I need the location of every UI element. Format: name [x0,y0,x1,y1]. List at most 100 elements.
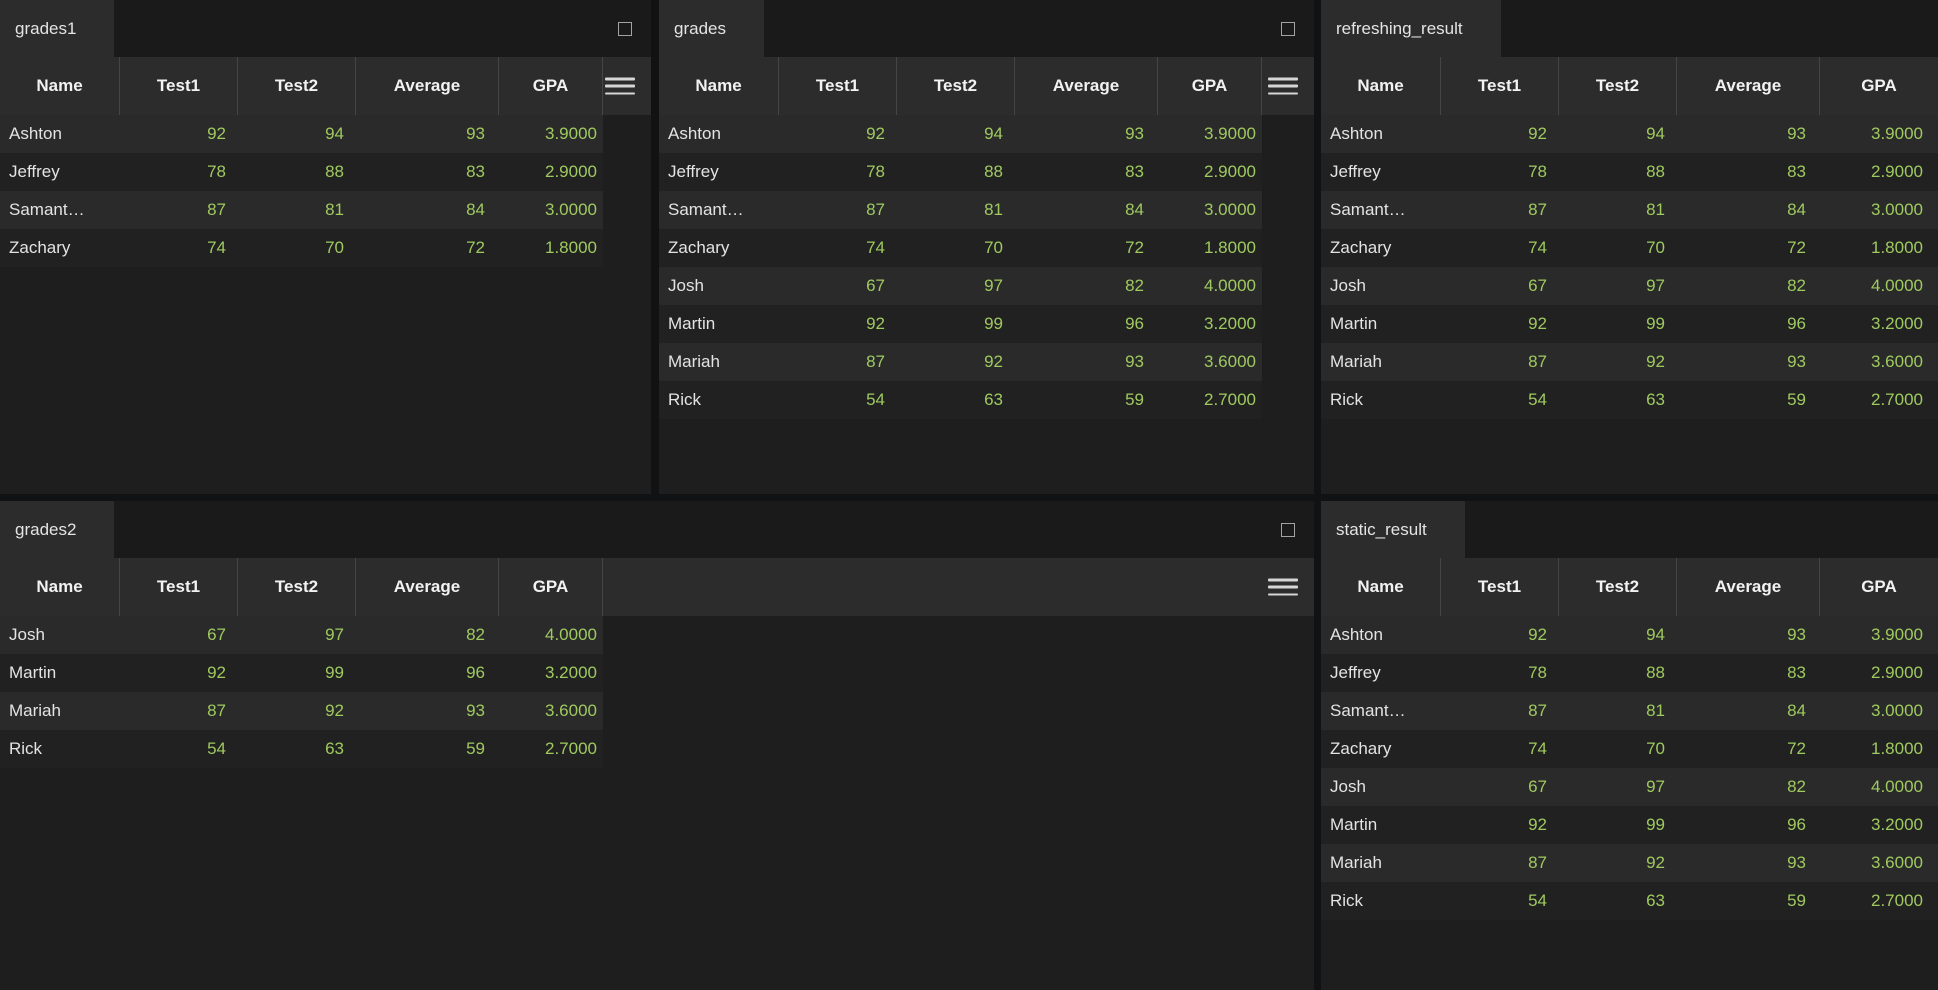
cell-value[interactable]: 1.8000 [1158,229,1262,267]
cell-value[interactable]: 96 [1015,305,1158,343]
column-header-gpa[interactable]: GPA [1820,57,1938,115]
cell-value[interactable]: 96 [1677,806,1820,844]
cell-name[interactable]: Samant… [0,191,120,229]
table-row[interactable]: Martin9299963.2000 [0,654,603,692]
cell-value[interactable]: 92 [897,343,1015,381]
column-header-gpa[interactable]: GPA [499,57,603,115]
table-row[interactable]: Jeffrey7888832.9000 [0,153,603,191]
cell-value[interactable]: 96 [1677,305,1820,343]
cell-value[interactable]: 2.7000 [1820,882,1938,920]
cell-value[interactable]: 83 [1677,654,1820,692]
cell-value[interactable]: 3.2000 [1820,305,1938,343]
cell-value[interactable]: 54 [1441,381,1559,419]
cell-value[interactable]: 81 [1559,191,1677,229]
cell-value[interactable]: 93 [356,692,499,730]
cell-value[interactable]: 84 [1677,191,1820,229]
cell-value[interactable]: 92 [1559,844,1677,882]
column-header-test2[interactable]: Test2 [1559,57,1677,115]
cell-value[interactable]: 99 [238,654,356,692]
cell-value[interactable]: 3.9000 [1158,115,1262,153]
cell-name[interactable]: Rick [0,730,120,768]
cell-value[interactable]: 67 [1441,267,1559,305]
cell-value[interactable]: 74 [1441,730,1559,768]
cell-value[interactable]: 84 [356,191,499,229]
cell-value[interactable]: 83 [356,153,499,191]
cell-value[interactable]: 59 [356,730,499,768]
cell-value[interactable]: 2.7000 [1820,381,1938,419]
cell-value[interactable]: 54 [1441,882,1559,920]
table-row[interactable]: Rick5463592.7000 [1321,381,1938,419]
column-header-average[interactable]: Average [1015,57,1158,115]
table-row[interactable]: Jeffrey7888832.9000 [659,153,1262,191]
cell-value[interactable]: 97 [897,267,1015,305]
cell-value[interactable]: 72 [1677,229,1820,267]
tab-grades2[interactable]: grades2 [0,501,114,558]
table-row[interactable]: Mariah8792933.6000 [659,343,1262,381]
table-row[interactable]: Ashton9294933.9000 [1321,616,1938,654]
cell-name[interactable]: Samant… [1321,191,1441,229]
cell-value[interactable]: 84 [1015,191,1158,229]
table-row[interactable]: Jeffrey7888832.9000 [1321,654,1938,692]
cell-name[interactable]: Rick [659,381,779,419]
column-header-name[interactable]: Name [0,558,120,616]
cell-value[interactable]: 3.9000 [1820,616,1938,654]
cell-name[interactable]: Zachary [659,229,779,267]
cell-value[interactable]: 78 [1441,654,1559,692]
table-menu-icon[interactable] [605,78,635,95]
cell-value[interactable]: 59 [1677,882,1820,920]
cell-value[interactable]: 67 [779,267,897,305]
cell-name[interactable]: Jeffrey [659,153,779,191]
cell-value[interactable]: 4.0000 [1820,768,1938,806]
cell-value[interactable]: 82 [1015,267,1158,305]
cell-value[interactable]: 2.9000 [1820,654,1938,692]
cell-value[interactable]: 2.9000 [1158,153,1262,191]
table-row[interactable]: Mariah8792933.6000 [0,692,603,730]
cell-value[interactable]: 3.0000 [499,191,603,229]
cell-value[interactable]: 99 [897,305,1015,343]
cell-value[interactable]: 3.9000 [499,115,603,153]
cell-name[interactable]: Jeffrey [1321,654,1441,692]
column-header-test1[interactable]: Test1 [120,558,238,616]
cell-value[interactable]: 3.2000 [1158,305,1262,343]
cell-name[interactable]: Ashton [0,115,120,153]
cell-value[interactable]: 94 [238,115,356,153]
cell-value[interactable]: 3.6000 [1158,343,1262,381]
cell-value[interactable]: 97 [1559,267,1677,305]
cell-value[interactable]: 93 [356,115,499,153]
cell-value[interactable]: 81 [897,191,1015,229]
cell-value[interactable]: 83 [1677,153,1820,191]
cell-name[interactable]: Martin [659,305,779,343]
table-row[interactable]: Samant…8781843.0000 [1321,191,1938,229]
cell-value[interactable]: 88 [1559,654,1677,692]
column-header-gpa[interactable]: GPA [1158,57,1262,115]
cell-value[interactable]: 2.9000 [1820,153,1938,191]
cell-name[interactable]: Ashton [1321,616,1441,654]
cell-value[interactable]: 99 [1559,305,1677,343]
column-header-name[interactable]: Name [1321,57,1441,115]
cell-value[interactable]: 74 [779,229,897,267]
table-row[interactable]: Zachary7470721.8000 [0,229,603,267]
table-row[interactable]: Rick5463592.7000 [1321,882,1938,920]
cell-value[interactable]: 78 [120,153,238,191]
cell-value[interactable]: 1.8000 [499,229,603,267]
cell-value[interactable]: 82 [1677,768,1820,806]
cell-value[interactable]: 78 [779,153,897,191]
cell-value[interactable]: 82 [1677,267,1820,305]
cell-value[interactable]: 96 [356,654,499,692]
cell-name[interactable]: Mariah [0,692,120,730]
cell-value[interactable]: 87 [1441,343,1559,381]
cell-value[interactable]: 3.0000 [1158,191,1262,229]
cell-value[interactable]: 93 [1677,844,1820,882]
cell-value[interactable]: 74 [120,229,238,267]
cell-value[interactable]: 88 [238,153,356,191]
cell-value[interactable]: 72 [356,229,499,267]
cell-name[interactable]: Samant… [659,191,779,229]
cell-name[interactable]: Mariah [659,343,779,381]
cell-value[interactable]: 70 [897,229,1015,267]
table-row[interactable]: Rick5463592.7000 [0,730,603,768]
column-header-average[interactable]: Average [356,558,499,616]
cell-value[interactable]: 2.7000 [499,730,603,768]
column-header-name[interactable]: Name [0,57,120,115]
cell-value[interactable]: 88 [897,153,1015,191]
cell-value[interactable]: 70 [238,229,356,267]
